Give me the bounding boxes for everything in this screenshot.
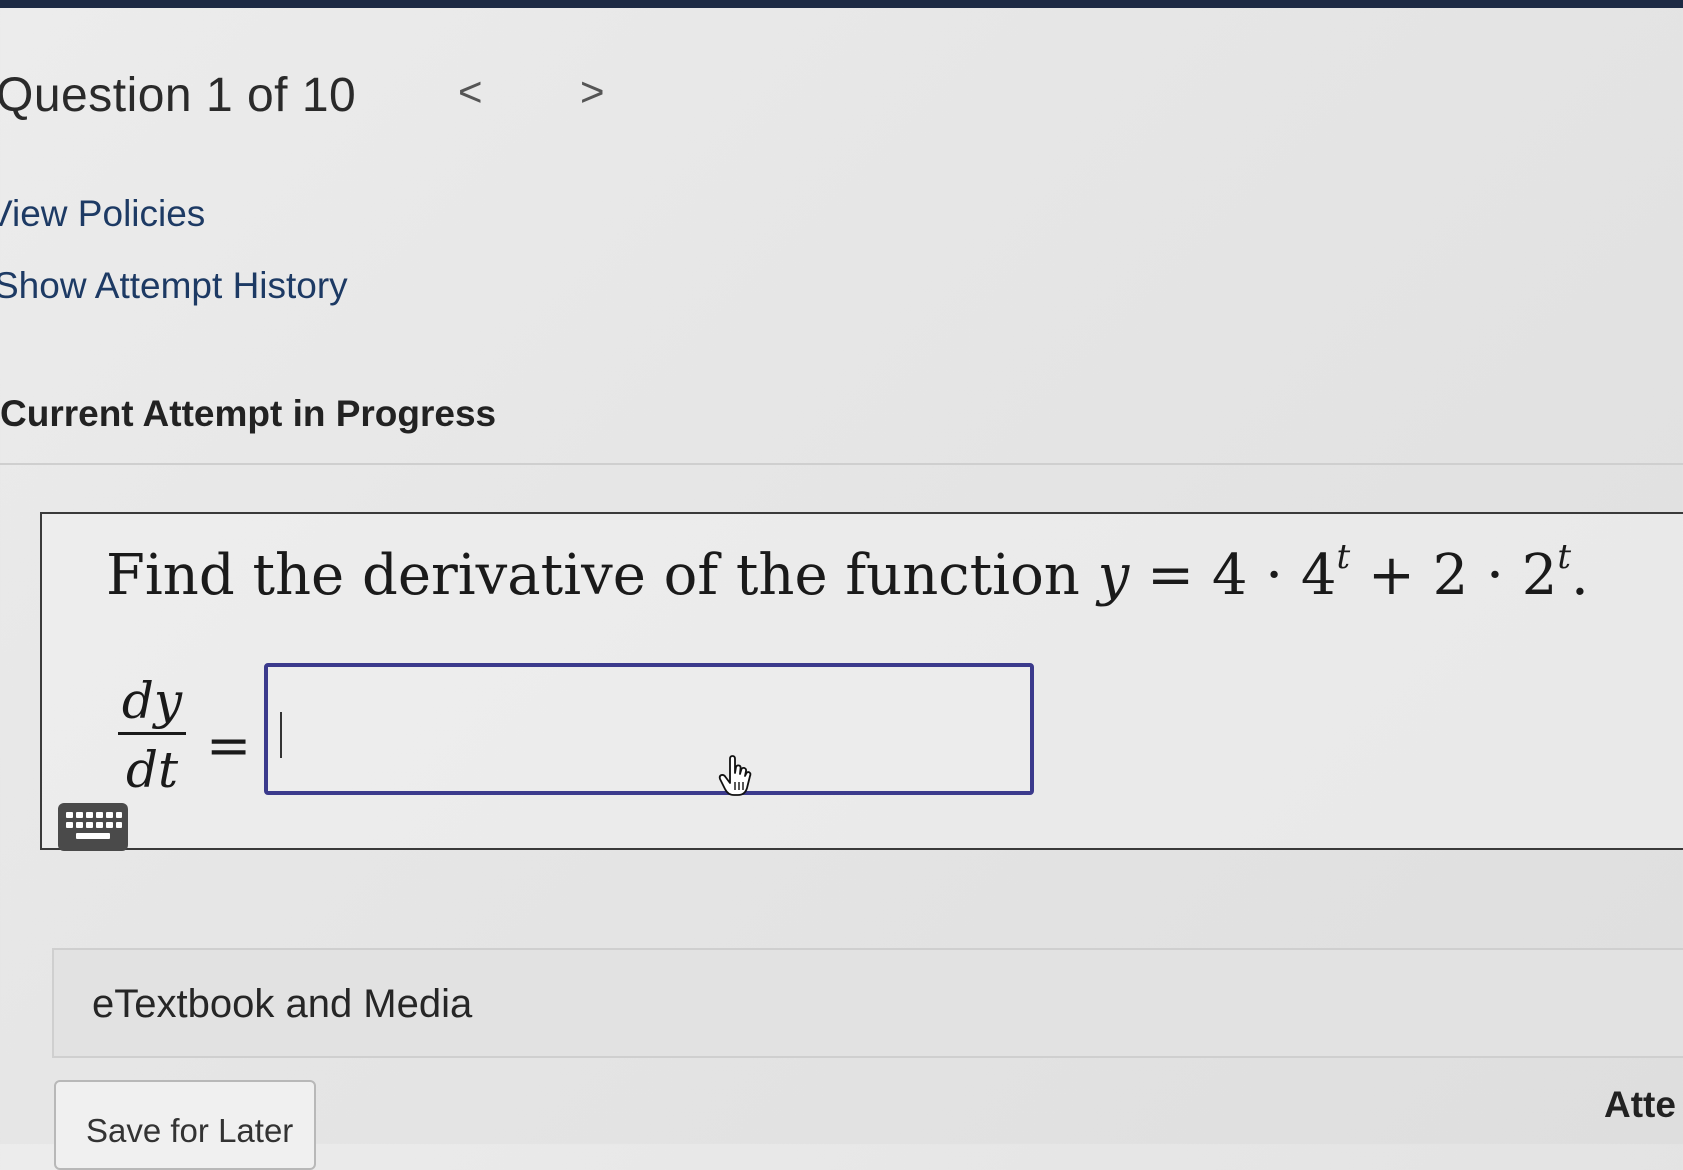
etextbook-media-panel[interactable]: eTextbook and Media (52, 948, 1683, 1058)
previous-question-button[interactable]: < (458, 68, 483, 116)
function-exponent-1: t (1336, 537, 1351, 577)
top-nav-bar (0, 0, 1683, 8)
keyboard-icon (66, 812, 122, 839)
function-expression-part1: = 4 · 4 (1129, 543, 1337, 608)
question-prompt: Find the derivative of the function y = … (106, 537, 1589, 608)
answer-input[interactable] (264, 663, 1034, 795)
attempts-label: Atte (1604, 1084, 1676, 1125)
derivative-denominator: dt (125, 741, 179, 799)
function-exponent-2: t (1557, 537, 1572, 577)
save-for-later-button[interactable]: Save for Later (54, 1080, 316, 1170)
math-keyboard-button[interactable] (58, 803, 128, 851)
prompt-text: Find the derivative of the function (106, 543, 1098, 608)
section-divider (0, 463, 1683, 465)
derivative-fraction: dy dt (116, 672, 188, 799)
etextbook-media-label: eTextbook and Media (92, 982, 473, 1026)
question-header: Question 1 of 10 (0, 68, 356, 123)
function-period: . (1571, 543, 1589, 608)
view-policies-link[interactable]: View Policies (0, 193, 205, 235)
function-variable: y (1097, 543, 1130, 608)
function-expression-part2: + 2 · 2 (1350, 543, 1558, 608)
next-question-button[interactable]: > (580, 68, 605, 116)
fraction-bar (118, 732, 186, 735)
derivative-numerator: dy (121, 672, 183, 730)
save-for-later-label: Save for Later (86, 1112, 294, 1149)
text-caret (280, 712, 282, 758)
current-attempt-heading: Current Attempt in Progress (0, 393, 497, 434)
hand-pointer-icon (718, 755, 752, 796)
question-counter: Question 1 of 10 (0, 69, 357, 122)
equals-sign: = (206, 714, 252, 777)
show-attempt-history-link[interactable]: Show Attempt History (0, 265, 348, 307)
